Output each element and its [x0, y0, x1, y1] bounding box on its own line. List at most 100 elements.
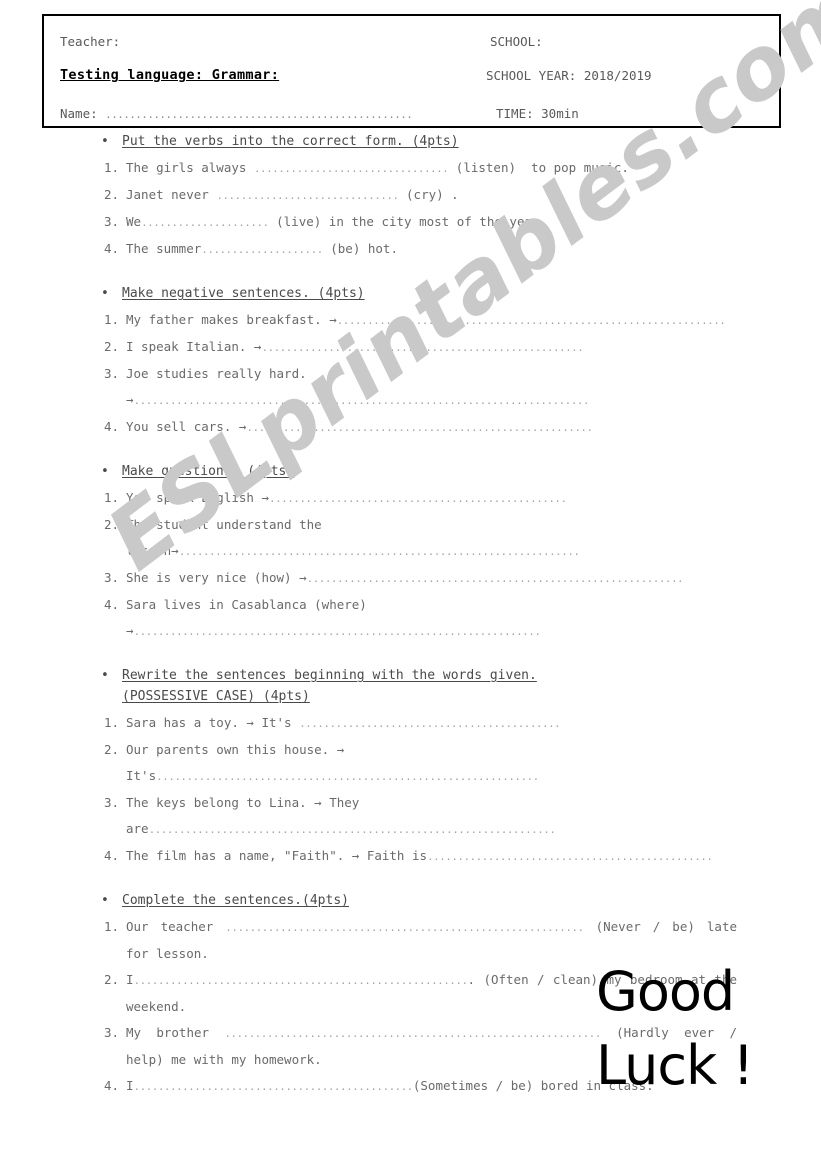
item-prompt-text: Our teacher — [126, 919, 226, 934]
item-prompt-text: The girls always — [126, 160, 254, 175]
exercise-heading-text: Make questions. (4pts) — [122, 464, 295, 479]
good-luck-message: Good Luck ! — [596, 955, 781, 1103]
item-prompt-text: She is very nice (how) → — [126, 570, 307, 585]
answer-blank-line[interactable]: ........................................… — [156, 770, 539, 783]
exercise-heading-text: Put the verbs into the correct form. (4p… — [122, 134, 459, 149]
good-luck-line-2: Luck ! — [596, 1034, 754, 1097]
item-number: 4. — [104, 419, 120, 434]
item-number: 1. — [104, 919, 120, 934]
item-number: 3. — [104, 1025, 120, 1040]
exercise-heading-text: Rewrite the sentences beginning with the… — [122, 668, 537, 683]
answer-blank-line[interactable]: ........................................… — [179, 545, 580, 558]
exercise-item: 3. We..................... (live) in the … — [0, 209, 821, 236]
exercise-item: 1. My father makes breakfast. →..........… — [0, 307, 821, 334]
answer-blank-line[interactable]: .............................. — [216, 189, 399, 202]
worksheet-title-cell: Testing language: Grammar: — [44, 67, 464, 83]
bullet-icon: • — [101, 893, 109, 908]
item-number: 1. — [104, 160, 120, 175]
exercise-item: 2. The student understand the lesson→....… — [0, 512, 821, 565]
exercise-item: 1. The girls always .....................… — [0, 155, 821, 182]
item-suffix-text: (cry) . — [398, 187, 459, 202]
answer-blank-line[interactable]: ........................................… — [307, 572, 684, 585]
item-number: 2. — [104, 187, 120, 202]
exercise-item: 2. I speak Italian. →....................… — [0, 334, 821, 361]
item-prompt-text: Sara has a toy. → It's — [126, 715, 300, 730]
worksheet-page: Teacher: SCHOOL: Testing language: Gramm… — [0, 0, 821, 1161]
exercise-heading: • Make questions. (4pts) — [0, 461, 821, 482]
exercise-heading-text: Make negative sentences. (4pts) — [122, 286, 365, 301]
item-prompt-text: I speak Italian. → — [126, 339, 262, 354]
name-label: Name: — [60, 105, 98, 121]
item-number: 2. — [104, 517, 120, 532]
exercise-item: 2. Our parents own this house. → It's....… — [0, 737, 821, 790]
item-prompt-text: You speak English → — [126, 490, 269, 505]
item-prompt-text: We — [126, 214, 142, 229]
name-field-cell: Name: ..................................… — [44, 106, 464, 121]
item-number: 4. — [104, 848, 120, 863]
item-suffix-text: (live) in the city most of the year. — [268, 214, 548, 229]
item-prompt-text: My brother — [126, 1025, 225, 1040]
exercise-item: 2. Janet never ..........................… — [0, 182, 821, 209]
item-suffix-text: (listen) to pop music. — [448, 160, 629, 175]
answer-blank-line[interactable]: ........................................… — [134, 974, 469, 987]
header-row-name-time: Name: ..................................… — [44, 94, 779, 132]
answer-blank-line[interactable]: ........................................… — [261, 341, 583, 354]
item-number: 3. — [104, 366, 120, 381]
item-number: 3. — [104, 214, 120, 229]
answer-blank-line[interactable]: ........................................… — [134, 625, 541, 638]
answer-blank-line[interactable]: ........................................… — [269, 492, 567, 505]
good-luck-line-1: Good — [596, 960, 735, 1023]
teacher-label: Teacher: — [60, 33, 121, 49]
answer-blank-line[interactable]: ........................................… — [134, 1080, 414, 1093]
exercise-heading: • Complete the sentences.(4pts) — [0, 890, 821, 911]
item-number: 1. — [104, 715, 120, 730]
answer-blank-line[interactable]: .................... — [201, 243, 323, 256]
item-number: 4. — [104, 241, 120, 256]
item-number: 1. — [104, 490, 120, 505]
exercise-block: • Make negative sentences. (4pts) 1. My fat… — [0, 283, 821, 441]
exercise-heading-text: Complete the sentences.(4pts) — [122, 893, 349, 908]
header-info-box: Teacher: SCHOOL: Testing language: Gramm… — [42, 14, 781, 128]
item-prompt-text: The summer — [126, 241, 202, 256]
answer-blank-line[interactable]: ........................................… — [224, 1027, 601, 1040]
exercise-heading: • Put the verbs into the correct form. (4… — [0, 131, 821, 152]
answer-blank-line[interactable]: ........................................… — [225, 921, 584, 934]
item-number: 4. — [104, 1078, 120, 1093]
bullet-icon: • — [101, 134, 109, 149]
answer-blank-line[interactable]: ........................................… — [337, 314, 726, 327]
bullet-icon: • — [101, 668, 109, 683]
name-input-line[interactable]: ........................................… — [105, 108, 413, 121]
item-number: 2. — [104, 972, 120, 987]
bullet-icon: • — [101, 464, 109, 479]
item-number: 3. — [104, 570, 120, 585]
exercise-item: 4. The film has a name, "Faith". → Faith … — [0, 843, 821, 870]
item-number: 4. — [104, 597, 120, 612]
page-title: Testing language: Grammar: — [60, 67, 280, 83]
answer-blank-line[interactable]: ........................................… — [149, 823, 556, 836]
exercise-item: 3. She is very nice (how) →..............… — [0, 565, 821, 592]
item-number: 2. — [104, 742, 120, 757]
answer-blank-line[interactable]: ........................................… — [427, 850, 713, 863]
exercise-item: 3. The keys belong to Lina. → They are...… — [0, 790, 821, 843]
exercise-block: • Rewrite the sentences beginning with th… — [0, 665, 821, 870]
item-number: 1. — [104, 312, 120, 327]
exercise-item: 3. Joe studies really hard. →............… — [0, 361, 821, 414]
exercise-heading: • Make negative sentences. (4pts) — [0, 283, 821, 304]
answer-blank-line[interactable]: ........................................… — [299, 717, 561, 730]
item-prompt-text: The film has a name, "Faith". → Faith is — [126, 848, 428, 863]
answer-blank-line[interactable]: ..................... — [141, 216, 269, 229]
answer-blank-line[interactable]: ........................................… — [246, 421, 593, 434]
exercise-item: 4. Sara lives in Casablanca (where) →....… — [0, 592, 821, 645]
exercise-item: 1. Sara has a toy. → It's ...............… — [0, 710, 821, 737]
answer-blank-line[interactable]: ................................ — [254, 162, 449, 175]
exercise-item: 1. You speak English →...................… — [0, 485, 821, 512]
item-prompt-text: Janet never — [126, 187, 217, 202]
exercise-item: 4. You sell cars. →......................… — [0, 414, 821, 441]
school-label: SCHOOL: — [490, 33, 543, 49]
item-prompt-text: My father makes breakfast. → — [126, 312, 337, 327]
header-row-title-year: Testing language: Grammar: SCHOOL YEAR: … — [44, 56, 779, 94]
item-prompt-text: I — [126, 972, 134, 987]
item-prompt-text: You sell cars. → — [126, 419, 247, 434]
item-number: 2. — [104, 339, 120, 354]
answer-blank-line[interactable]: ........................................… — [134, 394, 590, 407]
